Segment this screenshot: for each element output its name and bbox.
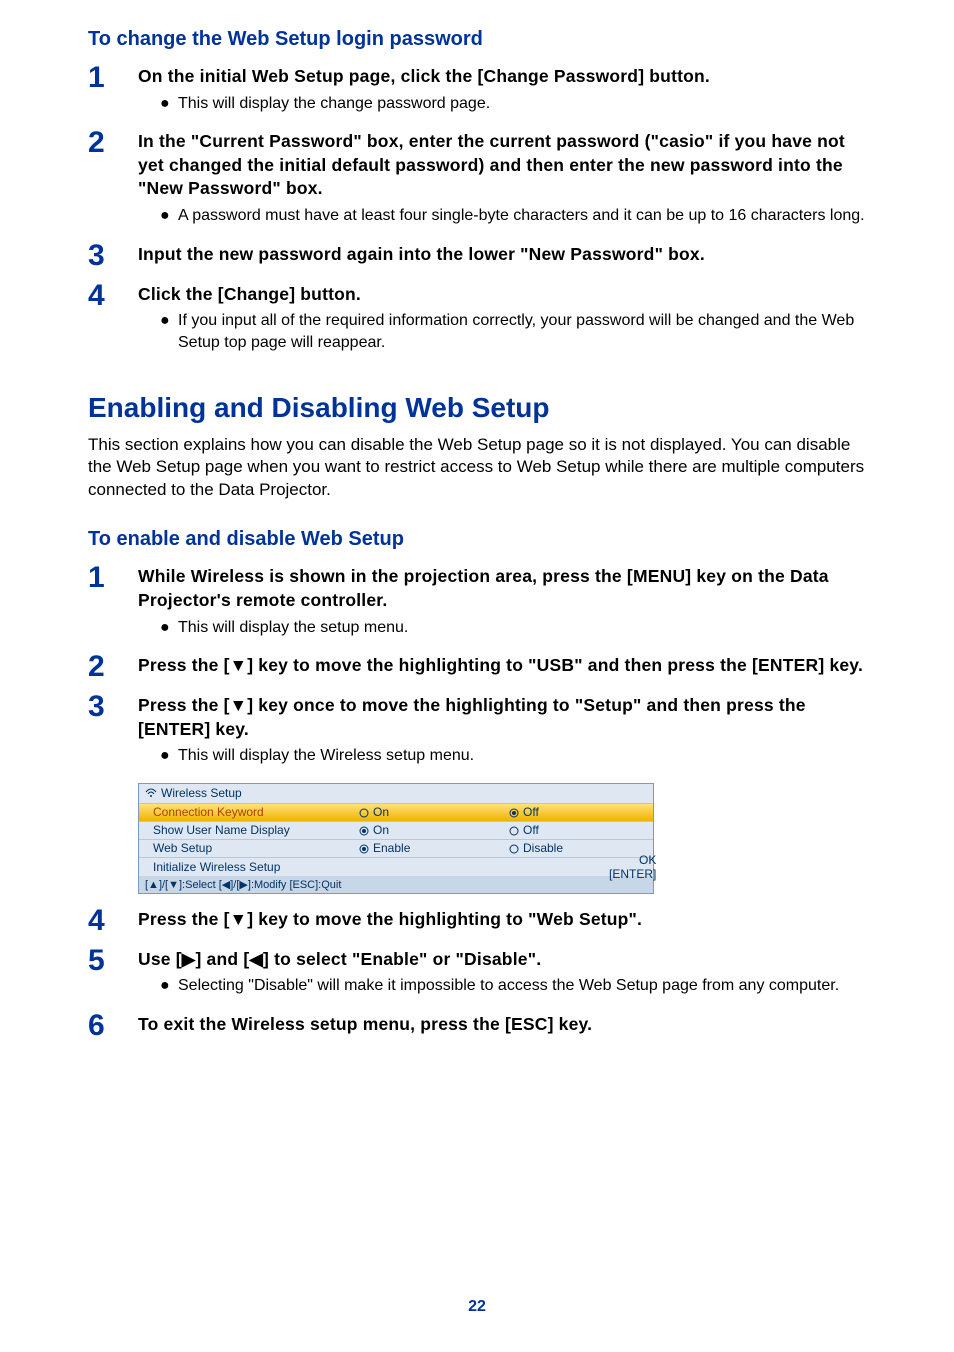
- step-title: Press the [▼] key once to move the highl…: [138, 694, 866, 741]
- step-title: To exit the Wireless setup menu, press t…: [138, 1013, 866, 1037]
- step-title: Use [▶] and [◀] to select "Enable" or "D…: [138, 948, 866, 972]
- step: 1On the initial Web Setup page, click th…: [88, 63, 866, 118]
- step-title: On the initial Web Setup page, click the…: [138, 65, 866, 89]
- menu-title: Wireless Setup: [139, 784, 653, 804]
- menu-row-label: Initialize Wireless Setup: [139, 860, 359, 874]
- step-number: 3: [88, 241, 138, 271]
- menu-row-label: Show User Name Display: [139, 823, 359, 837]
- sub-heading: To change the Web Setup login password: [88, 28, 866, 51]
- menu-row-option: Enable: [359, 841, 509, 855]
- menu-row-option: On: [359, 823, 509, 837]
- step-title: Press the [▼] key to move the highlighti…: [138, 654, 866, 678]
- menu-row-option: Off: [509, 823, 609, 837]
- step: 6To exit the Wireless setup menu, press …: [88, 1011, 866, 1041]
- menu-row-option: On: [359, 805, 509, 819]
- step-number: 1: [88, 63, 138, 118]
- menu-row-option: Disable: [509, 841, 609, 855]
- menu-row: Connection KeywordOnOff: [139, 804, 653, 822]
- step-number: 1: [88, 563, 138, 642]
- step: 3Input the new password again into the l…: [88, 241, 866, 271]
- menu-title-text: Wireless Setup: [161, 786, 242, 800]
- step-title: Press the [▼] key to move the highlighti…: [138, 908, 866, 932]
- step-title: Click the [Change] button.: [138, 283, 866, 307]
- wireless-setup-menu: Wireless Setup Connection KeywordOnOffSh…: [138, 783, 654, 894]
- menu-row: Show User Name DisplayOnOff: [139, 822, 653, 840]
- step: 1While Wireless is shown in the projecti…: [88, 563, 866, 642]
- step-number: 5: [88, 946, 138, 1001]
- step: 3Press the [▼] key once to move the high…: [88, 692, 866, 771]
- menu-row: Web SetupEnableDisable: [139, 840, 653, 858]
- bullet: ●A password must have at least four sing…: [160, 205, 866, 227]
- bullet: ●This will display the change password p…: [160, 93, 866, 115]
- bullet: ●This will display the Wireless setup me…: [160, 745, 866, 767]
- step: 2Press the [▼] key to move the highlight…: [88, 652, 866, 682]
- step-title: In the "Current Password" box, enter the…: [138, 130, 866, 201]
- menu-row-option: Off: [509, 805, 609, 819]
- menu-row-action: OK [ENTER]: [609, 853, 664, 881]
- step-number: 2: [88, 652, 138, 682]
- bullet: ●Selecting "Disable" will make it imposs…: [160, 975, 866, 997]
- step-number: 4: [88, 906, 138, 936]
- section-heading: Enabling and Disabling Web Setup: [88, 392, 866, 424]
- step: 5Use [▶] and [◀] to select "Enable" or "…: [88, 946, 866, 1001]
- step: 4Click the [Change] button. ●If you input…: [88, 281, 866, 358]
- step-title: While Wireless is shown in the projectio…: [138, 565, 866, 612]
- step-number: 4: [88, 281, 138, 358]
- menu-row-label: Web Setup: [139, 841, 359, 855]
- menu-row-label: Connection Keyword: [139, 805, 359, 819]
- menu-row: Initialize Wireless SetupOK [ENTER]: [139, 858, 653, 876]
- section-description: This section explains how you can disabl…: [88, 434, 866, 503]
- step: 4Press the [▼] key to move the highlight…: [88, 906, 866, 936]
- page-number: 22: [0, 1298, 954, 1316]
- step-number: 6: [88, 1011, 138, 1041]
- wifi-icon: [145, 787, 157, 801]
- menu-footer: [▲]/[▼]:Select [◀]/[▶]:Modify [ESC]:Quit: [139, 876, 653, 893]
- bullet: ●If you input all of the required inform…: [160, 310, 866, 353]
- step-title: Input the new password again into the lo…: [138, 243, 866, 267]
- bullet: ●This will display the setup menu.: [160, 617, 866, 639]
- step-number: 3: [88, 692, 138, 771]
- sub-heading: To enable and disable Web Setup: [88, 528, 866, 551]
- step: 2In the "Current Password" box, enter th…: [88, 128, 866, 230]
- step-number: 2: [88, 128, 138, 230]
